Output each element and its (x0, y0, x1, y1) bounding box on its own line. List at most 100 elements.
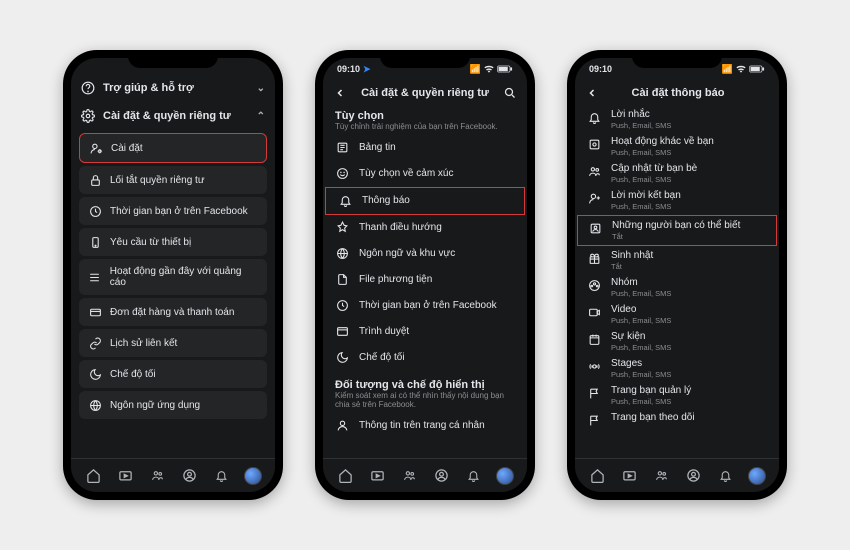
file-icon (335, 273, 349, 287)
list-item[interactable]: Chế độ tối (323, 345, 527, 371)
notification-item-label: Lời mời kết bạn (611, 190, 681, 201)
nav-home-icon[interactable] (84, 467, 102, 485)
list-item-label: Thời gian bạn ở trên Facebook (359, 300, 497, 311)
list-item-label: Ngôn ngữ và khu vực (359, 248, 455, 259)
notification-item[interactable]: Sinh nhậtTắt (575, 247, 779, 274)
notification-item[interactable]: VideoPush, Email, SMS (575, 301, 779, 328)
nav-bell-icon[interactable] (716, 467, 734, 485)
react-icon (335, 167, 349, 181)
list-item[interactable]: Thời gian bạn ở trên Facebook (323, 293, 527, 319)
calendar-icon (587, 332, 601, 346)
stages-icon (587, 359, 601, 373)
list-item-label: Trình duyệt (359, 326, 409, 337)
notification-item[interactable]: NhómPush, Email, SMS (575, 274, 779, 301)
menu-item[interactable]: Chế độ tối (79, 360, 267, 388)
moon-icon (335, 351, 349, 365)
notification-item-sub: Tắt (611, 262, 653, 271)
menu-item-label: Hoạt động gần đây với quảng cáo (110, 266, 258, 288)
notification-item[interactable]: StagesPush, Email, SMS (575, 355, 779, 382)
nav-friends-icon[interactable] (652, 467, 670, 485)
avatar[interactable] (496, 467, 514, 485)
status-time: 09:10 (337, 64, 360, 74)
nav-bell-icon[interactable] (212, 467, 230, 485)
list-item[interactable]: Thông báo (325, 187, 525, 215)
section-title: Đối tượng và chế độ hiển thị (323, 375, 527, 391)
nav-watch-icon[interactable] (620, 467, 638, 485)
notification-item-sub: Push, Email, SMS (611, 121, 671, 130)
nav-home-icon[interactable] (588, 467, 606, 485)
notification-item[interactable]: Lời nhắcPush, Email, SMS (575, 106, 779, 133)
user-gear-icon (89, 141, 103, 155)
notification-item[interactable]: Những người bạn có thể biếtTắt (577, 215, 777, 246)
gift-icon (587, 251, 601, 265)
nav-watch-icon[interactable] (116, 467, 134, 485)
menu-item[interactable]: Đơn đặt hàng và thanh toán (79, 298, 267, 326)
lock-icon (88, 173, 102, 187)
back-icon[interactable] (585, 86, 599, 100)
menu-item-label: Cài đặt (111, 143, 143, 154)
signal-icon: 📶 (722, 64, 733, 75)
notification-item-sub: Push, Email, SMS (611, 175, 697, 184)
back-icon[interactable] (333, 86, 347, 100)
menu-item-label: Yêu cầu từ thiết bị (110, 237, 191, 248)
bottom-nav (323, 458, 527, 492)
help-icon (81, 81, 95, 95)
menu-item[interactable]: Cài đặt (79, 133, 267, 163)
page-title: Cài đặt & quyền riêng tư (355, 87, 495, 99)
list-item[interactable]: Thông tin trên trang cá nhân (323, 413, 527, 439)
phone-1: Trợ giúp & hỗ trợ ⌄ Cài đặt & quyền riên… (63, 50, 283, 500)
page-header: Cài đặt & quyền riêng tư (323, 80, 527, 106)
gear-icon (81, 109, 95, 123)
avatar[interactable] (748, 467, 766, 485)
list-item[interactable]: Trình duyệt (323, 319, 527, 345)
nav-watch-icon[interactable] (368, 467, 386, 485)
list-item[interactable]: Tùy chọn về cảm xúc (323, 161, 527, 187)
nav-bell-icon[interactable] (464, 467, 482, 485)
list-item[interactable]: Thanh điều hướng (323, 215, 527, 241)
nav-profile-icon[interactable] (684, 467, 702, 485)
menu-item[interactable]: Yêu cầu từ thiết bị (79, 228, 267, 256)
card-icon (88, 305, 102, 319)
globe-icon (88, 398, 102, 412)
notification-item[interactable]: Lời mời kết bạnPush, Email, SMS (575, 187, 779, 214)
wifi-icon (736, 65, 746, 73)
group-icon (587, 278, 601, 292)
menu-item[interactable]: Thời gian bạn ở trên Facebook (79, 197, 267, 225)
menu-item[interactable]: Hoạt động gần đây với quảng cáo (79, 259, 267, 295)
settings-list: Tùy chọn Tùy chỉnh trải nghiệm của bạn t… (323, 106, 527, 458)
menu-item-label: Lịch sử liên kết (110, 338, 177, 349)
pin-icon (335, 221, 349, 235)
notification-item-label: Video (611, 304, 671, 315)
nav-home-icon[interactable] (336, 467, 354, 485)
notification-item-sub: Push, Email, SMS (611, 289, 671, 298)
menu-item[interactable]: Lịch sử liên kết (79, 329, 267, 357)
list-item[interactable]: File phương tiện (323, 267, 527, 293)
notification-settings-list: Lời nhắcPush, Email, SMSHoạt động khác v… (575, 106, 779, 458)
nav-friends-icon[interactable] (400, 467, 418, 485)
notification-item-sub: Push, Email, SMS (611, 316, 671, 325)
search-icon[interactable] (503, 86, 517, 100)
menu-item[interactable]: Lối tắt quyền riêng tư (79, 166, 267, 194)
flag-icon (587, 386, 601, 400)
list-item[interactable]: Bảng tin (323, 135, 527, 161)
signal-icon: 📶 (470, 64, 481, 75)
notification-item[interactable]: Hoạt động khác về bạnPush, Email, SMS (575, 133, 779, 160)
list-item-label: Thanh điều hướng (359, 222, 442, 233)
menu-item-label: Ngôn ngữ ứng dụng (110, 400, 200, 411)
nav-friends-icon[interactable] (148, 467, 166, 485)
notification-item[interactable]: Sự kiệnPush, Email, SMS (575, 328, 779, 355)
notification-item-sub: Push, Email, SMS (611, 343, 671, 352)
avatar[interactable] (244, 467, 262, 485)
notification-item[interactable]: Cập nhật từ bạn bèPush, Email, SMS (575, 160, 779, 187)
menu-item[interactable]: Ngôn ngữ ứng dụng (79, 391, 267, 419)
notification-item-sub: Push, Email, SMS (611, 202, 681, 211)
nav-profile-icon[interactable] (180, 467, 198, 485)
help-support-row[interactable]: Trợ giúp & hỗ trợ ⌄ (71, 74, 275, 102)
help-support-label: Trợ giúp & hỗ trợ (103, 82, 194, 94)
list-item[interactable]: Ngôn ngữ và khu vực (323, 241, 527, 267)
nav-profile-icon[interactable] (432, 467, 450, 485)
settings-privacy-row[interactable]: Cài đặt & quyền riêng tư ⌃ (71, 102, 275, 130)
notification-item[interactable]: Trang bạn quản lýPush, Email, SMS (575, 382, 779, 409)
notification-item[interactable]: Trang bạn theo dõi (575, 409, 779, 430)
phone-notch (380, 50, 470, 68)
